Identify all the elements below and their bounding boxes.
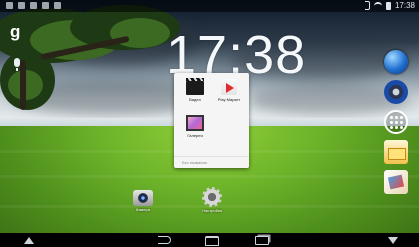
all-apps-grid-icon[interactable] [384,110,408,134]
camera-icon [133,190,153,206]
status-time: 17:38 [394,1,415,10]
app-label: Видео [189,97,201,102]
folder-popup: Видео Play Маркет Галерея Без названия [174,73,249,168]
home-screen: 17:38 g 17:38 Видео Play Маркет Галерея … [0,0,419,247]
recent-apps-icon[interactable] [255,236,269,245]
google-search-icon[interactable]: g [10,22,20,42]
navigation-bar [0,233,419,247]
play-store-icon [221,79,237,95]
app-label: Галерея [187,133,203,138]
folder-app-video[interactable]: Видео [180,78,210,102]
email-icon[interactable] [384,140,408,164]
wifi-icon [373,1,382,10]
app-label: Play Маркет [217,97,241,102]
folder-app-gallery[interactable]: Галерея [180,115,210,138]
video-clapper-icon [186,78,204,95]
folder-name[interactable]: Без названия [174,156,249,165]
notification-icon[interactable] [18,2,25,9]
notification-icon[interactable] [6,2,13,9]
shortcut-label: Настройки [202,208,222,213]
down-arrow-icon[interactable] [388,237,398,244]
voice-search-icon[interactable] [14,58,20,71]
shortcut-settings[interactable]: Настройки [196,187,228,213]
notification-icon[interactable] [54,2,61,9]
notification-icon[interactable] [30,2,37,9]
shortcut-label: Камера [136,207,150,212]
music-speaker-icon[interactable] [384,80,408,104]
home-icon[interactable] [205,236,219,246]
browser-globe-icon[interactable] [384,50,408,74]
gallery-icon [186,115,204,131]
gallery-icon[interactable] [384,170,408,194]
bluetooth-icon [364,1,370,10]
status-bar: 17:38 [0,0,419,12]
back-icon[interactable] [158,236,171,244]
shortcut-camera[interactable]: Камера [128,190,158,212]
battery-icon [385,1,391,10]
up-arrow-icon[interactable] [24,237,34,244]
folder-app-play-store[interactable]: Play Маркет [214,79,244,102]
settings-gear-icon [202,187,222,207]
notification-icon[interactable] [42,2,49,9]
